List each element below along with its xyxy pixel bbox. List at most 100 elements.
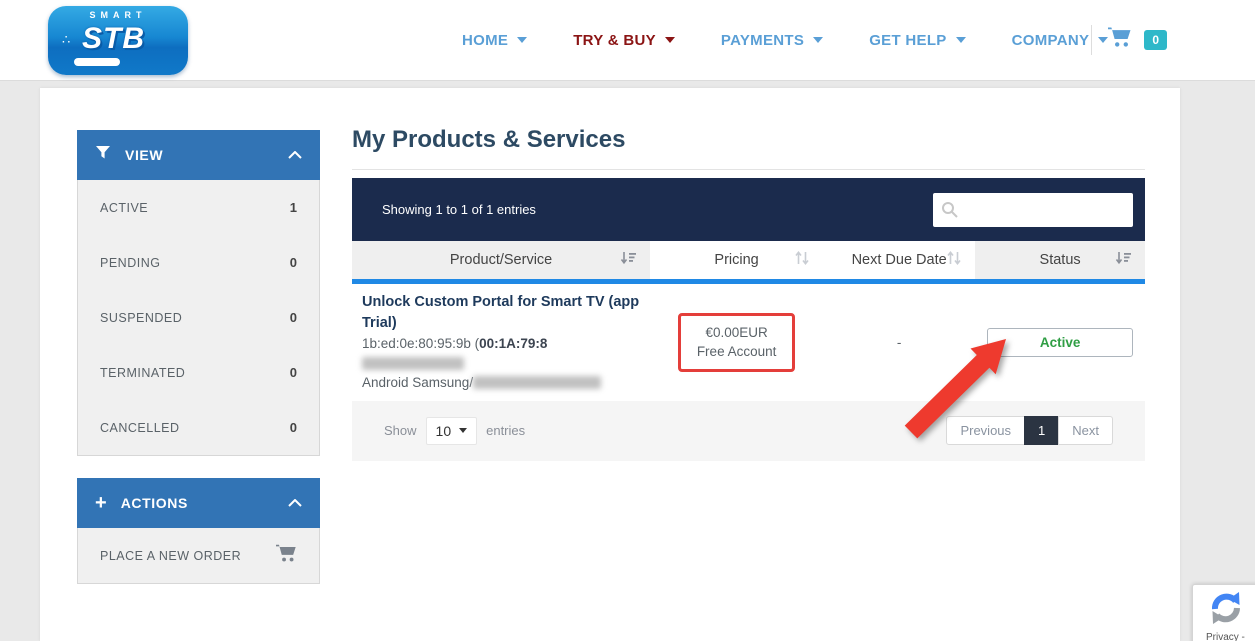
column-header-pricing[interactable]: Pricing [650, 241, 823, 279]
view-panel-title: VIEW [125, 147, 288, 163]
product-device-line: Android Samsung/ [362, 373, 644, 393]
cart-count-badge: 0 [1144, 30, 1167, 50]
page-length-control: Show 10 entries [384, 417, 525, 445]
column-header-next-due-date[interactable]: Next Due Date [823, 241, 975, 279]
sidebar-item-count: 0 [290, 255, 297, 270]
plus-icon: + [95, 493, 107, 513]
title-divider [352, 169, 1145, 170]
sidebar-item-cancelled[interactable]: CANCELLED 0 [78, 400, 319, 455]
page-title: My Products & Services [352, 126, 1145, 154]
sidebar-item-terminated[interactable]: TERMINATED 0 [78, 345, 319, 400]
mac-bold: 00:1A:79:8 [479, 336, 547, 351]
view-panel-header[interactable]: VIEW [77, 130, 320, 180]
smart-stb-logo[interactable]: SMART ∴ STB [48, 6, 188, 75]
column-label: Status [1040, 252, 1081, 268]
sidebar-item-count: 1 [290, 200, 297, 215]
pricing-cell: €0.00EUR Free Account [650, 313, 823, 372]
sidebar-item-label: CANCELLED [100, 421, 180, 435]
recaptcha-privacy-link[interactable]: Privacy - [1206, 632, 1245, 641]
sort-both-icon [946, 251, 962, 269]
nav-label: COMPANY [1012, 32, 1090, 49]
chevron-down-icon [459, 428, 467, 433]
table-search [933, 193, 1133, 227]
top-navbar: SMART ∴ STB HOME TRY & BUY PAYMENTS GET … [0, 0, 1255, 80]
chevron-down-icon [517, 37, 527, 43]
product-name: Unlock Custom Portal for Smart TV (app T… [362, 292, 644, 334]
previous-page-button[interactable]: Previous [946, 416, 1025, 445]
view-panel-body: ACTIVE 1 PENDING 0 SUSPENDED 0 TERMINATE… [77, 180, 320, 456]
sidebar-item-count: 0 [290, 310, 297, 325]
column-header-product-service[interactable]: Product/Service [352, 241, 650, 279]
column-label: Next Due Date [852, 252, 947, 268]
pagination: Previous 1 Next [946, 416, 1113, 445]
logo-dash [74, 58, 120, 66]
nav-item-payments[interactable]: PAYMENTS [721, 32, 823, 49]
column-label: Pricing [714, 252, 758, 268]
nav-item-get-help[interactable]: GET HELP [869, 32, 965, 49]
chevron-down-icon [813, 37, 823, 43]
nav-item-try-and-buy[interactable]: TRY & BUY [573, 32, 675, 49]
next-page-button[interactable]: Next [1058, 416, 1113, 445]
cart-icon [1108, 27, 1132, 53]
actions-panel-header[interactable]: + ACTIONS [77, 478, 320, 528]
page-size-select[interactable]: 10 [426, 417, 478, 445]
column-label: Product/Service [450, 252, 552, 268]
nav-label: PAYMENTS [721, 32, 804, 49]
column-header-status[interactable]: Status [975, 241, 1145, 279]
table-footer: Show 10 entries Previous 1 Next [352, 401, 1145, 461]
table-toolbar: Showing 1 to 1 of 1 entries [352, 178, 1145, 241]
cart-button[interactable]: 0 [1108, 27, 1167, 53]
filter-icon [95, 145, 111, 165]
redacted-text [362, 357, 464, 370]
pricing-plan: Free Account [697, 342, 777, 362]
actions-panel-title: ACTIONS [121, 495, 288, 511]
next-due-date-cell: - [823, 335, 975, 350]
mac-prefix: 1b:ed:0e:80:95:9b ( [362, 336, 479, 351]
page-size-value: 10 [436, 423, 452, 439]
show-label: Show [384, 423, 417, 438]
product-service-cell: Unlock Custom Portal for Smart TV (app T… [352, 284, 650, 401]
logo-dots: ∴ [62, 32, 71, 48]
status-cell: Active [975, 328, 1145, 357]
device-prefix: Android Samsung/ [362, 375, 473, 390]
sidebar: VIEW ACTIVE 1 PENDING 0 SUSPENDE [77, 130, 320, 584]
cart-icon [276, 544, 297, 568]
search-input[interactable] [963, 193, 1128, 227]
sidebar-item-label: ACTIVE [100, 201, 148, 215]
main-content: My Products & Services Showing 1 to 1 of… [352, 126, 1145, 461]
sidebar-item-label: TERMINATED [100, 366, 185, 380]
status-active-button[interactable]: Active [987, 328, 1133, 357]
chevron-down-icon [665, 37, 675, 43]
actions-panel: + ACTIONS PLACE A NEW ORDER [77, 478, 320, 584]
sort-both-icon [794, 251, 810, 269]
main-navigation: HOME TRY & BUY PAYMENTS GET HELP COMPANY [462, 0, 1108, 80]
sidebar-item-label: PLACE A NEW ORDER [100, 549, 241, 563]
nav-label: HOME [462, 32, 508, 49]
sidebar-item-suspended[interactable]: SUSPENDED 0 [78, 290, 319, 345]
search-icon [941, 201, 959, 219]
sidebar-item-label: PENDING [100, 256, 160, 270]
product-mac-line: 1b:ed:0e:80:95:9b (00:1A:79:8 [362, 334, 644, 373]
sidebar-item-label: SUSPENDED [100, 311, 182, 325]
sort-amount-icon [1115, 251, 1132, 269]
nav-divider [1091, 25, 1092, 55]
logo-top-text: SMART [48, 10, 188, 20]
recaptcha-badge: Privacy - [1192, 584, 1255, 641]
nav-item-home[interactable]: HOME [462, 32, 527, 49]
sidebar-item-active[interactable]: ACTIVE 1 [78, 180, 319, 235]
sidebar-item-pending[interactable]: PENDING 0 [78, 235, 319, 290]
actions-panel-body: PLACE A NEW ORDER [77, 528, 320, 584]
nav-label: TRY & BUY [573, 32, 656, 49]
screen: SMART ∴ STB HOME TRY & BUY PAYMENTS GET … [0, 0, 1255, 641]
sidebar-item-place-new-order[interactable]: PLACE A NEW ORDER [78, 528, 319, 583]
chevron-down-icon [956, 37, 966, 43]
table-row: Unlock Custom Portal for Smart TV (app T… [352, 284, 1145, 401]
sidebar-item-count: 0 [290, 420, 297, 435]
sort-amount-icon [620, 251, 637, 269]
table-info-text: Showing 1 to 1 of 1 entries [382, 202, 536, 217]
nav-label: GET HELP [869, 32, 946, 49]
pricing-amount: €0.00EUR [697, 323, 777, 343]
logo-main-text: STB [82, 22, 145, 56]
page-1-button[interactable]: 1 [1024, 416, 1059, 445]
cart-area: 0 [1091, 0, 1167, 80]
